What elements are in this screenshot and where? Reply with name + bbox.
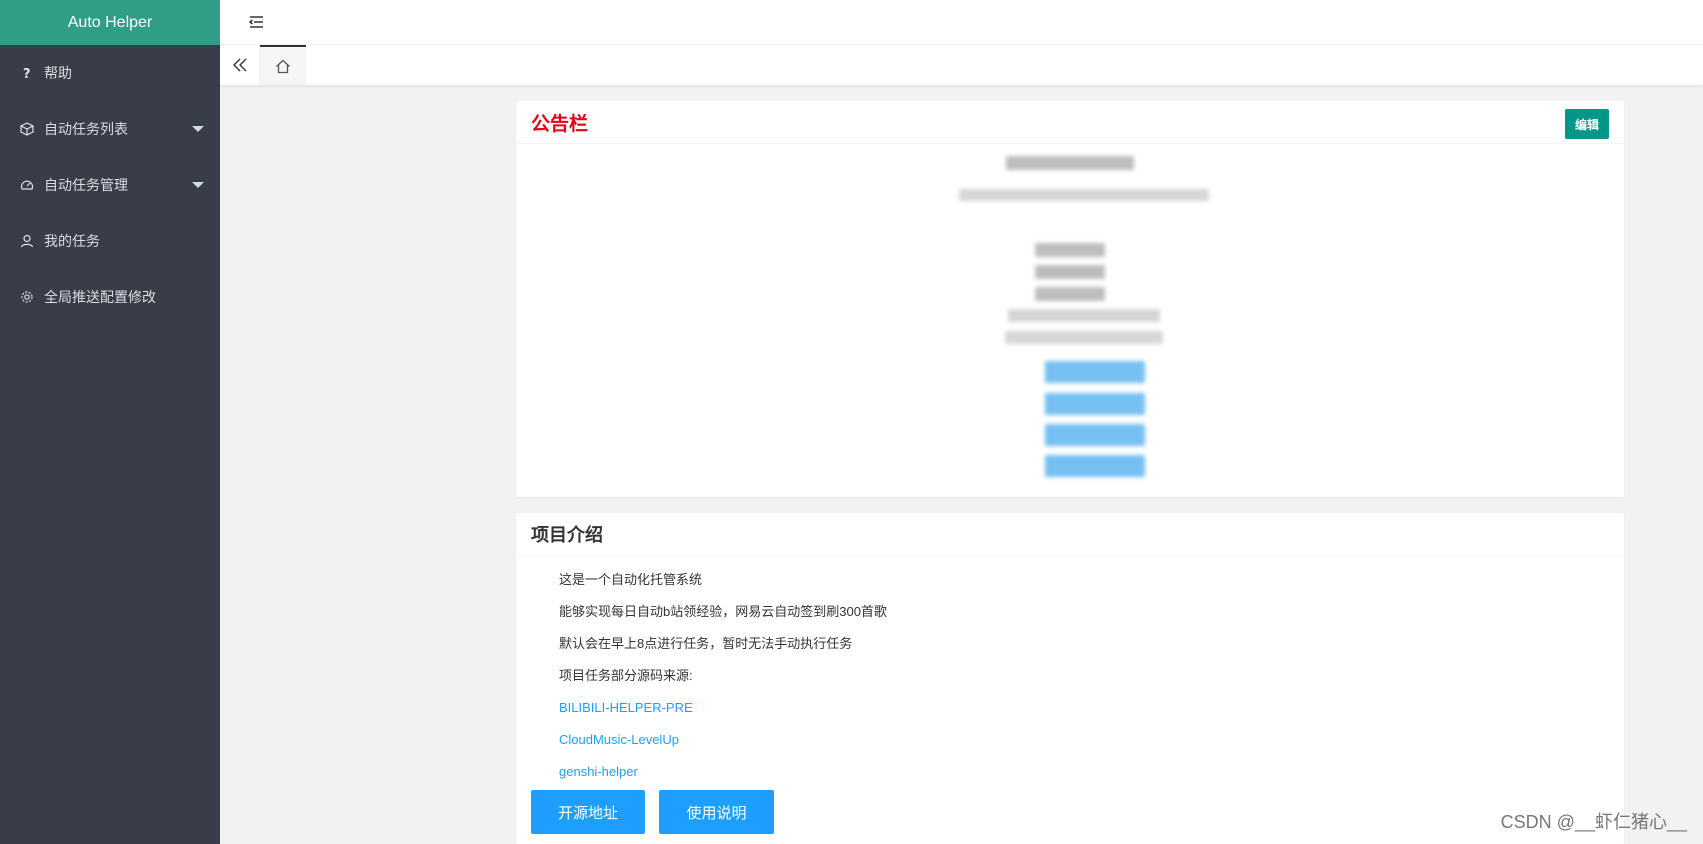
gauge-icon — [20, 178, 34, 192]
intro-card: 项目介绍 这是一个自动化托管系统 能够实现每日自动b站领经验，网易云自动签到刷3… — [516, 513, 1624, 844]
sidebar-item-task-management[interactable]: 自动任务管理 — [0, 157, 220, 213]
top-header — [220, 0, 1703, 45]
double-chevron-left-icon[interactable] — [220, 45, 260, 85]
obscured-text — [1005, 331, 1163, 344]
caret-down-icon — [192, 126, 204, 132]
caret-down-icon — [192, 182, 204, 188]
gear-icon — [20, 290, 34, 304]
usage-guide-button[interactable]: 使用说明 — [659, 790, 774, 834]
sidebar: Auto Helper ? 帮助 自动任务列表 自动任务管理 我的任务 全局推送… — [0, 0, 220, 844]
sidebar-item-label: 我的任务 — [44, 233, 100, 249]
sidebar-item-label: 自动任务管理 — [44, 177, 128, 193]
obscured-text — [1035, 243, 1105, 257]
obscured-text — [1008, 309, 1160, 322]
tab-home[interactable] — [260, 45, 306, 85]
open-source-button[interactable]: 开源地址 — [531, 790, 645, 834]
obscured-link[interactable] — [1045, 455, 1145, 477]
link-bilibili-helper[interactable]: BILIBILI-HELPER-PRE — [559, 692, 1624, 724]
intro-line: 默认会在早上8点进行任务，暂时无法手动执行任务 — [559, 636, 853, 651]
obscured-link[interactable] — [1045, 361, 1145, 383]
home-icon — [276, 59, 290, 73]
intro-body: 这是一个自动化托管系统 能够实现每日自动b站领经验，网易云自动签到刷300首歌 … — [516, 556, 1624, 788]
notice-title: 公告栏 — [531, 113, 589, 135]
menu-fold-icon[interactable] — [248, 14, 266, 30]
obscured-text — [959, 189, 1209, 201]
intro-button-row: 开源地址 使用说明 — [531, 790, 774, 834]
intro-line: 项目任务部分源码来源: — [559, 668, 693, 683]
intro-title: 项目介绍 — [531, 525, 603, 545]
svg-text:?: ? — [23, 67, 31, 80]
sidebar-item-label: 自动任务列表 — [44, 121, 128, 137]
edit-button[interactable]: 编辑 — [1565, 109, 1609, 139]
notice-card-header: 公告栏 编辑 — [516, 101, 1624, 144]
link-genshi-helper[interactable]: genshi-helper — [559, 756, 1624, 788]
link-cloudmusic-levelup[interactable]: CloudMusic-LevelUp — [559, 724, 1624, 756]
sidebar-item-task-list[interactable]: 自动任务列表 — [0, 101, 220, 157]
cube-icon — [20, 122, 34, 136]
intro-line: 这是一个自动化托管系统 — [559, 572, 703, 587]
tab-bar — [220, 45, 1703, 86]
intro-line: 能够实现每日自动b站领经验，网易云自动签到刷300首歌 — [559, 604, 887, 619]
obscured-text — [1035, 265, 1105, 279]
sidebar-item-label: 帮助 — [44, 65, 72, 81]
obscured-text — [1006, 156, 1134, 170]
notice-card: 公告栏 编辑 — [516, 101, 1624, 497]
obscured-link[interactable] — [1045, 393, 1145, 415]
intro-card-header: 项目介绍 — [516, 513, 1624, 556]
obscured-link[interactable] — [1045, 424, 1145, 446]
app-logo[interactable]: Auto Helper — [0, 0, 220, 45]
sidebar-item-help[interactable]: ? 帮助 — [0, 45, 220, 101]
sidebar-item-label: 全局推送配置修改 — [44, 289, 156, 305]
user-icon — [20, 234, 34, 248]
question-icon: ? — [20, 66, 34, 80]
obscured-text — [1035, 287, 1105, 301]
sidebar-item-push-config[interactable]: 全局推送配置修改 — [0, 269, 220, 325]
watermark: CSDN @__虾仁猪心__ — [1500, 812, 1687, 832]
sidebar-item-my-tasks[interactable]: 我的任务 — [0, 213, 220, 269]
